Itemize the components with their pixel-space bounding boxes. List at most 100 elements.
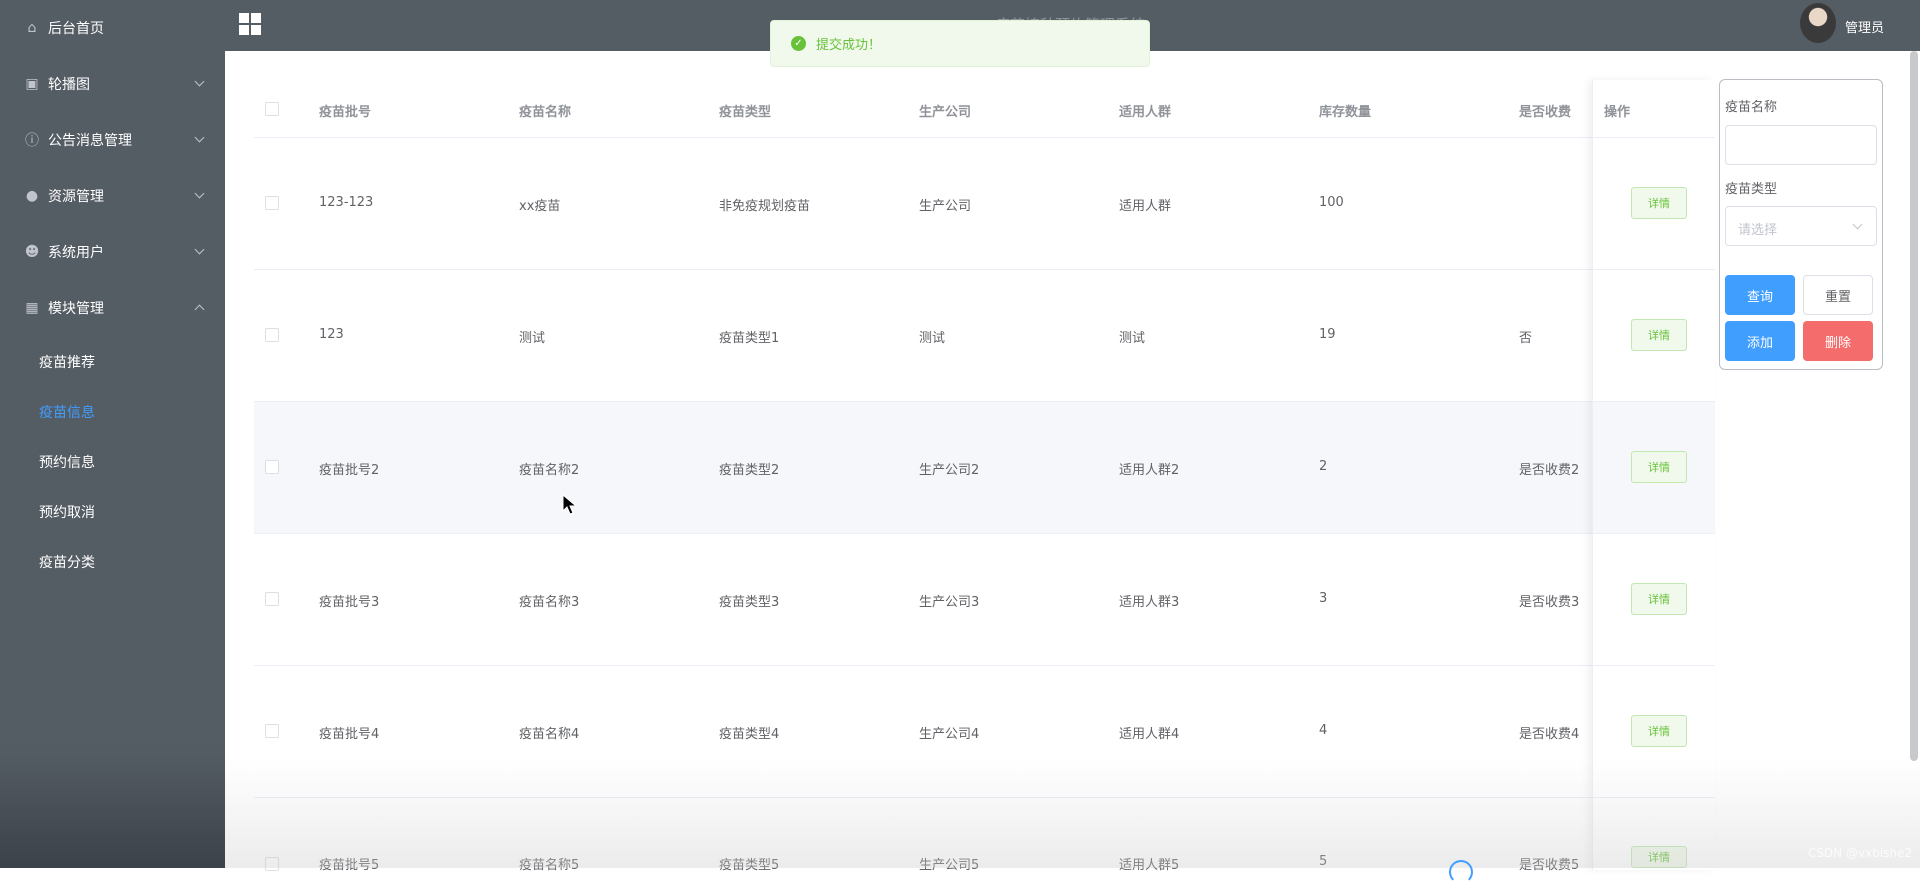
submenu-label: 预约信息	[39, 452, 95, 472]
cell-stock: 100	[1319, 195, 1344, 210]
row-checkbox[interactable]	[265, 724, 279, 738]
image-icon: ▣	[24, 76, 40, 92]
submenu-item-vaccine-info[interactable]: 疫苗信息	[0, 387, 225, 437]
row-checkbox[interactable]	[265, 857, 279, 871]
submenu-label: 疫苗推荐	[39, 352, 95, 372]
toast-message: 提交成功！	[816, 34, 881, 53]
cell-stock: 19	[1319, 327, 1336, 342]
menu-label: 后台首页	[48, 18, 104, 38]
submenu-label: 疫苗分类	[39, 552, 95, 572]
table-row[interactable]: 123-123 xx疫苗 非免疫规划疫苗 生产公司 适用人群 100 详情	[254, 138, 1715, 270]
query-button[interactable]: 查询	[1725, 275, 1795, 315]
table-header: 疫苗批号 疫苗名称 疫苗类型 生产公司 适用人群 库存数量 是否收费 操作	[254, 80, 1715, 138]
cell-type: 疫苗类型2	[719, 459, 779, 478]
cell-batch: 疫苗批号2	[319, 459, 379, 478]
menu-label: 模块管理	[48, 298, 104, 318]
table-row[interactable]: 123 测试 疫苗类型1 测试 测试 19 否 详情	[254, 270, 1715, 402]
cell-charge: 是否收费4	[1519, 723, 1579, 742]
avatar[interactable]	[1800, 3, 1836, 43]
table-row[interactable]: 疫苗批号4 疫苗名称4 疫苗类型4 生产公司4 适用人群4 4 是否收费4 详情	[254, 666, 1715, 798]
cell-stock: 3	[1319, 591, 1327, 606]
delete-button[interactable]: 删除	[1803, 321, 1873, 361]
cell-stock: 4	[1319, 723, 1327, 738]
success-toast: ✓ 提交成功！	[770, 20, 1150, 67]
chevron-down-icon	[195, 133, 205, 143]
cell-name: 疫苗名称3	[519, 591, 579, 610]
cell-charge: 否	[1519, 327, 1532, 346]
column-header: 疫苗名称	[519, 101, 571, 120]
cell-stock: 5	[1319, 854, 1327, 869]
cell-company: 生产公司2	[919, 459, 979, 478]
cell-type: 疫苗类型5	[719, 854, 779, 873]
menu-item-resource[interactable]: ● 资源管理	[0, 168, 225, 224]
grid-icon: ▦	[24, 300, 40, 316]
cell-name: 疫苗名称5	[519, 854, 579, 873]
reset-button[interactable]: 重置	[1803, 275, 1873, 315]
sidebar-shadow	[0, 748, 225, 868]
submenu-item-appointment[interactable]: 预约信息	[0, 437, 225, 487]
vaccine-type-label: 疫苗类型	[1725, 178, 1777, 197]
cell-population: 适用人群5	[1119, 854, 1179, 873]
cell-batch: 疫苗批号3	[319, 591, 379, 610]
cell-name: xx疫苗	[519, 195, 560, 214]
row-checkbox[interactable]	[265, 328, 279, 342]
vaccine-name-input[interactable]	[1725, 125, 1877, 165]
select-placeholder: 请选择	[1738, 223, 1777, 238]
cell-company: 生产公司4	[919, 723, 979, 742]
cell-batch: 123-123	[319, 195, 373, 210]
page-scrollbar[interactable]	[1910, 51, 1918, 761]
table-row[interactable]: 疫苗批号3 疫苗名称3 疫苗类型3 生产公司3 适用人群3 3 是否收费3 详情	[254, 534, 1715, 666]
menu-item-home[interactable]: ⌂ 后台首页	[0, 0, 225, 56]
cell-company: 生产公司3	[919, 591, 979, 610]
table-row[interactable]: 疫苗批号2 疫苗名称2 疫苗类型2 生产公司2 适用人群2 2 是否收费2 详情	[254, 402, 1715, 534]
column-header: 疫苗批号	[319, 101, 371, 120]
cell-type: 疫苗类型1	[719, 327, 779, 346]
check-circle-icon: ✓	[791, 36, 806, 51]
submenu-label: 疫苗信息	[39, 402, 95, 422]
cell-type: 疫苗类型4	[719, 723, 779, 742]
chevron-down-icon	[195, 189, 205, 199]
select-all-checkbox[interactable]	[265, 102, 279, 116]
row-checkbox[interactable]	[265, 196, 279, 210]
cell-company: 生产公司5	[919, 854, 979, 873]
cell-type: 非免疫规划疫苗	[719, 195, 810, 214]
menu-label: 资源管理	[48, 186, 104, 206]
menu-item-modules[interactable]: ▦ 模块管理	[0, 280, 225, 336]
cell-population: 适用人群2	[1119, 459, 1179, 478]
cell-type: 疫苗类型3	[719, 591, 779, 610]
submenu-item-category[interactable]: 疫苗分类	[0, 537, 225, 587]
cell-population: 测试	[1119, 327, 1145, 346]
table-row[interactable]: 疫苗批号5 疫苗名称5 疫苗类型5 生产公司5 适用人群5 5 是否收费5 详情	[254, 798, 1715, 868]
cell-charge: 是否收费2	[1519, 459, 1579, 478]
cell-charge: 是否收费3	[1519, 591, 1579, 610]
row-checkbox[interactable]	[265, 592, 279, 606]
cell-company: 测试	[919, 327, 945, 346]
vaccine-name-label: 疫苗名称	[1725, 96, 1777, 115]
menu-item-carousel[interactable]: ▣ 轮播图	[0, 56, 225, 112]
cell-population: 适用人群3	[1119, 591, 1179, 610]
mouse-cursor-icon	[562, 494, 578, 516]
add-button[interactable]: 添加	[1725, 321, 1795, 361]
column-header: 库存数量	[1319, 101, 1371, 120]
menu-label: 公告消息管理	[48, 130, 132, 150]
submenu-item-recommend[interactable]: 疫苗推荐	[0, 337, 225, 387]
loading-spinner-icon	[1449, 860, 1473, 884]
cell-population: 适用人群4	[1119, 723, 1179, 742]
main-content: 疫苗批号 疫苗名称 疫苗类型 生产公司 适用人群 库存数量 是否收费 操作 12…	[225, 51, 1920, 868]
menu-label: 轮播图	[48, 74, 90, 94]
username[interactable]: 管理员	[1845, 17, 1884, 36]
cell-name: 疫苗名称2	[519, 459, 579, 478]
column-header: 是否收费	[1519, 101, 1571, 120]
cell-name: 测试	[519, 327, 545, 346]
search-panel: 疫苗名称 疫苗类型 请选择 查询 重置 添加 删除	[1719, 79, 1883, 370]
submenu-item-cancel[interactable]: 预约取消	[0, 487, 225, 537]
cell-stock: 2	[1319, 459, 1327, 474]
submenu-label: 预约取消	[39, 502, 95, 522]
user-icon: ☻	[24, 244, 40, 260]
menu-item-notice[interactable]: ⓘ 公告消息管理	[0, 112, 225, 168]
vaccine-type-select[interactable]: 请选择	[1725, 206, 1877, 246]
fixed-action-column	[1592, 80, 1715, 870]
menu-item-users[interactable]: ☻ 系统用户	[0, 224, 225, 280]
menu-toggle-icon[interactable]	[239, 13, 261, 35]
row-checkbox[interactable]	[265, 460, 279, 474]
